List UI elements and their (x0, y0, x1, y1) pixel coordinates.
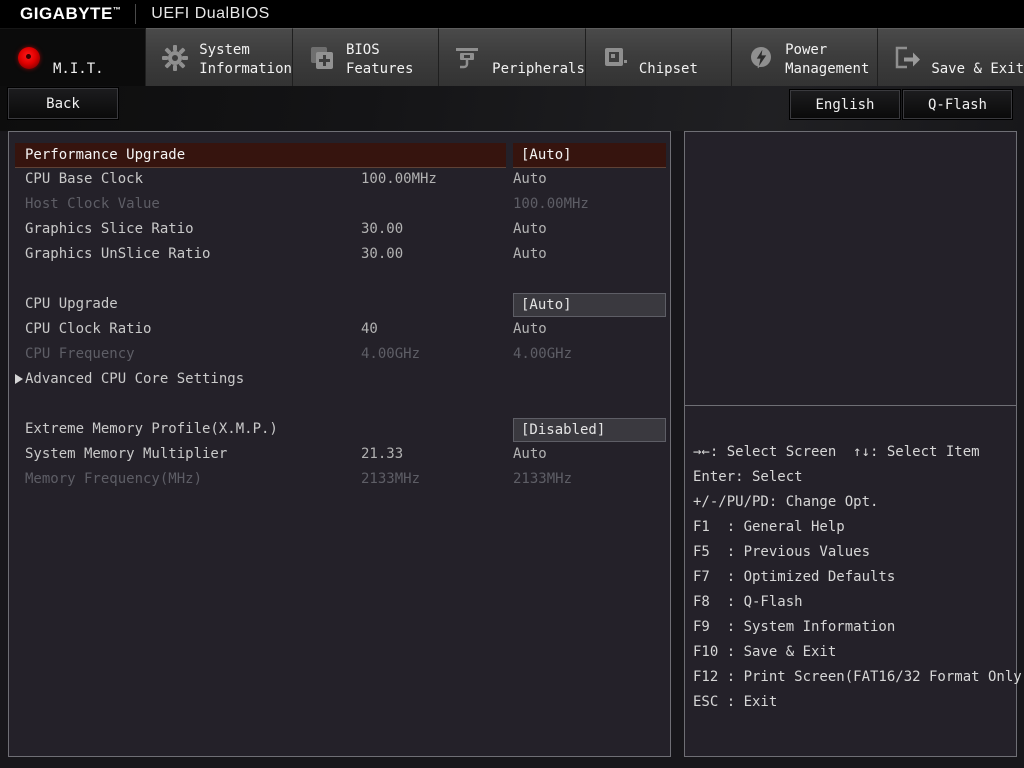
tab-bios-features[interactable]: BIOS Features (292, 28, 440, 86)
tab-chipset[interactable]: Chipset (585, 28, 733, 86)
tab-power-management[interactable]: Power Management (732, 28, 879, 86)
setting-row-host-clock-value: Host Clock Value 100.00MHz (9, 193, 670, 218)
setting-label: Advanced CPU Core Settings (25, 371, 245, 387)
key-legend-line: Enter: Select (693, 469, 803, 485)
key-legend-line: F8 : Q-Flash (693, 594, 803, 610)
setting-current: 4.00GHz (361, 346, 421, 362)
setting-row-cpu-clock-ratio[interactable]: CPU Clock Ratio 40 Auto (9, 318, 670, 343)
submenu-arrow-icon (15, 374, 23, 384)
key-legend-line: →←: Select Screen ↑↓: Select Item (693, 444, 980, 460)
key-legend: →←: Select Screen ↑↓: Select Item Enter:… (693, 442, 1024, 717)
trademark-symbol: ™ (112, 5, 122, 15)
tab-bios-features-label: BIOS Features (345, 42, 414, 77)
setting-label: System Memory Multiplier (25, 446, 228, 462)
setting-row-advanced-cpu-core-settings[interactable]: Advanced CPU Core Settings (9, 368, 670, 393)
setting-label: Graphics Slice Ratio (25, 221, 194, 237)
chipset-icon (600, 29, 630, 86)
setting-row-graphics-unslice-ratio[interactable]: Graphics UnSlice Ratio 30.00 Auto (9, 243, 670, 268)
setting-label: CPU Upgrade (25, 296, 118, 312)
setting-value[interactable]: [Disabled] (513, 418, 666, 442)
setting-current: 2133MHz (361, 471, 421, 487)
help-panel: →←: Select Screen ↑↓: Select Item Enter:… (684, 131, 1024, 757)
tab-mit[interactable]: M.I.T. (0, 28, 147, 86)
gigabyte-logo: GIGABYTE™ (20, 4, 122, 23)
setting-current: 30.00 (361, 246, 404, 262)
setting-current: 30.00 (361, 221, 404, 237)
setting-value: 2133MHz (513, 471, 573, 487)
back-button[interactable]: Back (8, 88, 118, 119)
setting-row-cpu-upgrade[interactable]: CPU Upgrade [Auto] (9, 293, 670, 318)
setting-row-system-memory-multiplier[interactable]: System Memory Multiplier 21.33 Auto (9, 443, 670, 468)
key-legend-line: F10 : Save & Exit (693, 644, 837, 660)
setting-label: Extreme Memory Profile(X.M.P.) (25, 421, 278, 437)
power-lightning-icon (746, 29, 776, 86)
setting-label: Host Clock Value (25, 196, 160, 212)
setting-row-graphics-slice-ratio[interactable]: Graphics Slice Ratio 30.00 Auto (9, 218, 670, 243)
settings-panel: Performance Upgrade [Auto] CPU Base Cloc… (8, 131, 671, 757)
bios-title: UEFI DualBIOS (151, 5, 270, 22)
setting-label: CPU Clock Ratio (25, 321, 152, 337)
row-spacer (9, 268, 670, 293)
tab-system-information[interactable]: System Information (146, 28, 293, 86)
tab-system-information-label: System Information (199, 42, 292, 77)
top-bar: GIGABYTE™ UEFI DualBIOS (0, 0, 1024, 28)
tab-peripherals-label: Peripherals (492, 61, 585, 77)
setting-label: Performance Upgrade (15, 143, 506, 168)
setting-value: Auto (513, 246, 547, 262)
setting-value: Auto (513, 171, 547, 187)
chip-plus-icon (307, 29, 337, 86)
peripheral-icon (453, 29, 483, 86)
tab-bar: M.I.T. System Information BIOS Features … (0, 28, 1024, 86)
key-legend-line: F5 : Previous Values (693, 544, 871, 560)
setting-current: 40 (361, 321, 378, 337)
gear-icon (160, 29, 190, 86)
setting-value: 100.00MHz (513, 196, 589, 212)
toolbar: Back English Q-Flash (0, 86, 1024, 131)
tab-mit-label: M.I.T. (53, 61, 104, 77)
save-exit-icon (892, 29, 922, 86)
setting-value: Auto (513, 446, 547, 462)
qflash-button[interactable]: Q-Flash (903, 90, 1012, 119)
setting-label: CPU Frequency (25, 346, 135, 362)
tab-save-exit-label: Save & Exit (931, 61, 1024, 77)
tab-chipset-label: Chipset (638, 61, 698, 77)
key-legend-line: F12 : Print Screen(FAT16/32 Format Only) (693, 669, 1024, 685)
key-legend-line: F9 : System Information (693, 619, 896, 635)
setting-label: Graphics UnSlice Ratio (25, 246, 211, 262)
tab-save-exit[interactable]: Save & Exit (878, 28, 1024, 86)
setting-value[interactable]: [Auto] (513, 293, 666, 317)
setting-row-cpu-frequency: CPU Frequency 4.00GHz 4.00GHz (9, 343, 670, 368)
setting-row-cpu-base-clock[interactable]: CPU Base Clock 100.00MHz Auto (9, 168, 670, 193)
setting-value[interactable]: [Auto] (513, 143, 666, 168)
language-button[interactable]: English (790, 90, 900, 119)
mit-gauge-icon (14, 29, 44, 86)
setting-value: Auto (513, 321, 547, 337)
setting-label: CPU Base Clock (25, 171, 144, 187)
tab-power-management-label: Power Management (785, 42, 870, 77)
setting-row-memory-frequency: Memory Frequency(MHz) 2133MHz 2133MHz (9, 468, 670, 493)
key-legend-line: F1 : General Help (693, 519, 845, 535)
setting-current: 100.00MHz (361, 171, 437, 187)
tab-peripherals[interactable]: Peripherals (439, 28, 586, 86)
setting-current: 21.33 (361, 446, 404, 462)
help-panel-divider (685, 405, 1016, 406)
setting-value: Auto (513, 221, 547, 237)
key-legend-line: ESC : Exit (693, 694, 778, 710)
key-legend-line: +/-/PU/PD: Change Opt. (693, 494, 879, 510)
row-spacer (9, 393, 670, 418)
key-legend-line: F7 : Optimized Defaults (693, 569, 896, 585)
setting-row-performance-upgrade[interactable]: Performance Upgrade [Auto] (9, 143, 670, 168)
setting-value: 4.00GHz (513, 346, 573, 362)
topbar-divider (135, 4, 137, 24)
setting-label: Memory Frequency(MHz) (25, 471, 203, 487)
help-description-panel (685, 132, 1016, 405)
setting-row-xmp[interactable]: Extreme Memory Profile(X.M.P.) [Disabled… (9, 418, 670, 443)
